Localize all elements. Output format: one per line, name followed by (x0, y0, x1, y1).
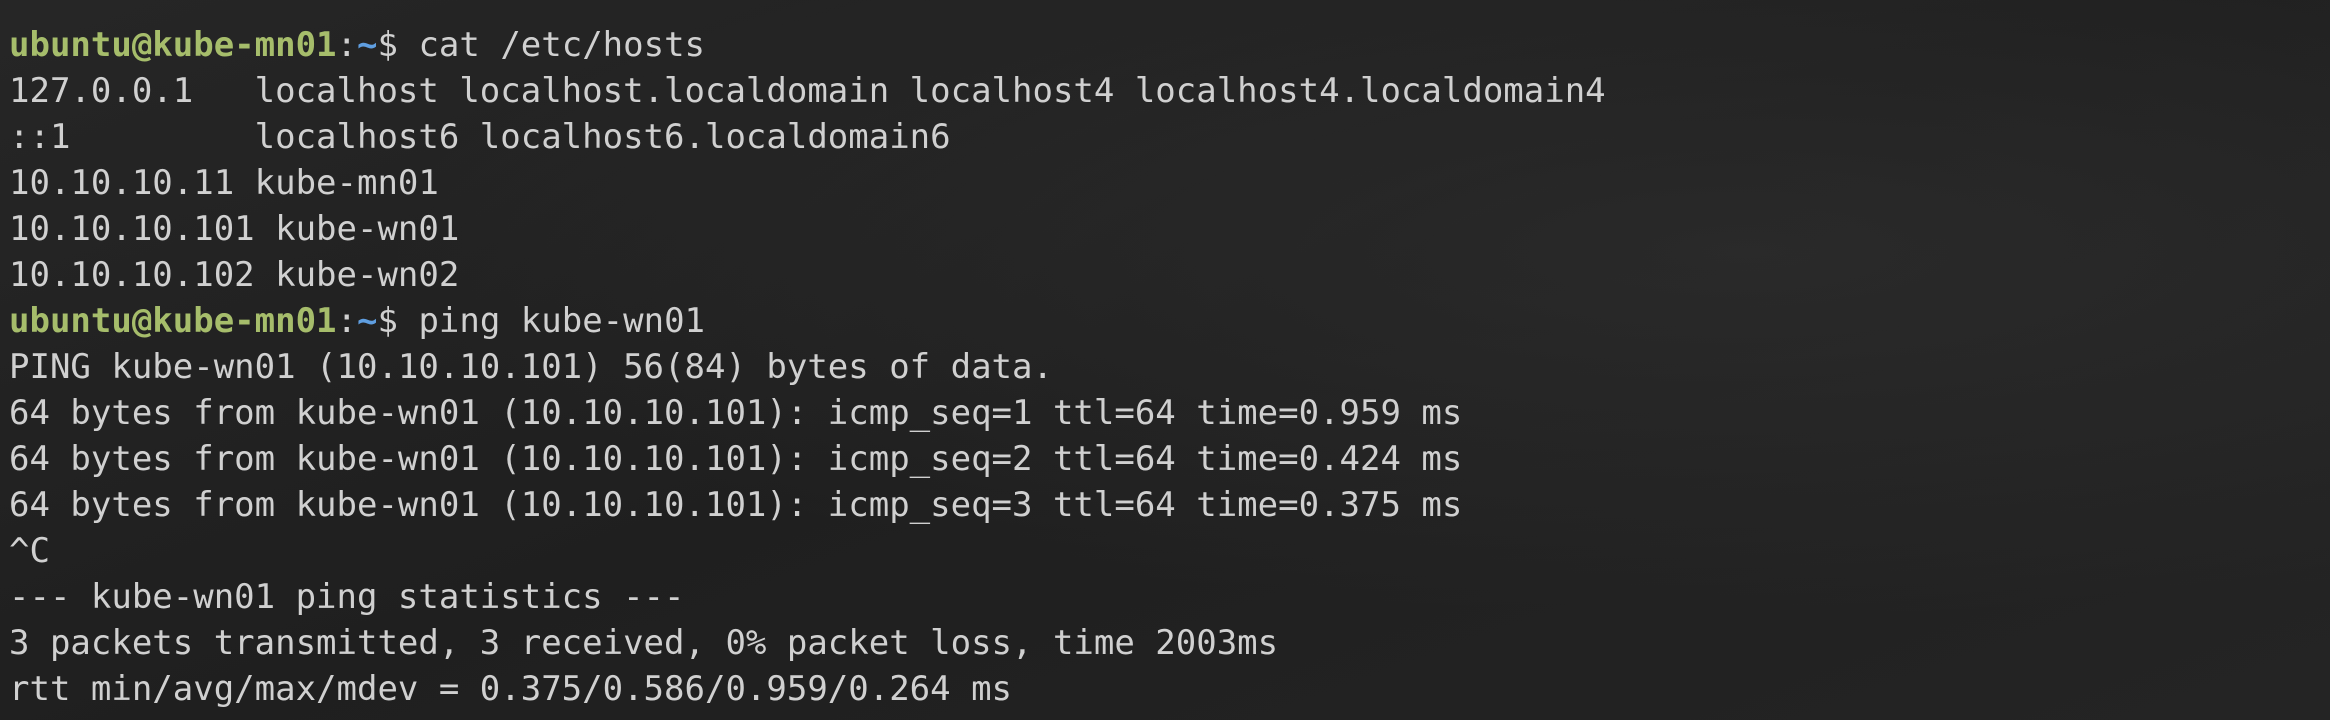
terminal-window[interactable]: ubuntu@kube-mn01:~$ cat /etc/hosts 127.0… (9, 22, 2319, 712)
output-line: rtt min/avg/max/mdev = 0.375/0.586/0.959… (9, 669, 1013, 709)
output-line: 10.10.10.101 kube-wn01 (9, 209, 460, 249)
output-line: PING kube-wn01 (10.10.10.101) 56(84) byt… (9, 347, 1053, 387)
command-text: cat /etc/hosts (418, 25, 706, 65)
prompt-path: ~ (357, 25, 378, 65)
prompt-path: ~ (357, 301, 378, 341)
output-line: 3 packets transmitted, 3 received, 0% pa… (9, 623, 1279, 663)
prompt-colon: : (336, 25, 357, 65)
output-line: ^C (9, 531, 50, 571)
output-line: 64 bytes from kube-wn01 (10.10.10.101): … (9, 439, 1463, 479)
output-line: 127.0.0.1 localhost localhost.localdomai… (9, 71, 1606, 111)
prompt-line-1: ubuntu@kube-mn01:~$ cat /etc/hosts (9, 22, 2319, 68)
output-line: 10.10.10.11 kube-mn01 (9, 163, 439, 203)
output-line: --- kube-wn01 ping statistics --- (9, 577, 685, 617)
prompt-dollar: $ (377, 25, 419, 65)
command-text: ping kube-wn01 (418, 301, 706, 341)
prompt-colon: : (336, 301, 357, 341)
prompt-dollar: $ (377, 301, 419, 341)
prompt-user-host: ubuntu@kube-mn01 (9, 25, 337, 65)
output-line: 64 bytes from kube-wn01 (10.10.10.101): … (9, 393, 1463, 433)
output-line: 10.10.10.102 kube-wn02 (9, 255, 460, 295)
prompt-line-2: ubuntu@kube-mn01:~$ ping kube-wn01 (9, 298, 2319, 344)
prompt-user-host: ubuntu@kube-mn01 (9, 301, 337, 341)
output-line: ::1 localhost6 localhost6.localdomain6 (9, 117, 951, 157)
output-line: 64 bytes from kube-wn01 (10.10.10.101): … (9, 485, 1463, 525)
